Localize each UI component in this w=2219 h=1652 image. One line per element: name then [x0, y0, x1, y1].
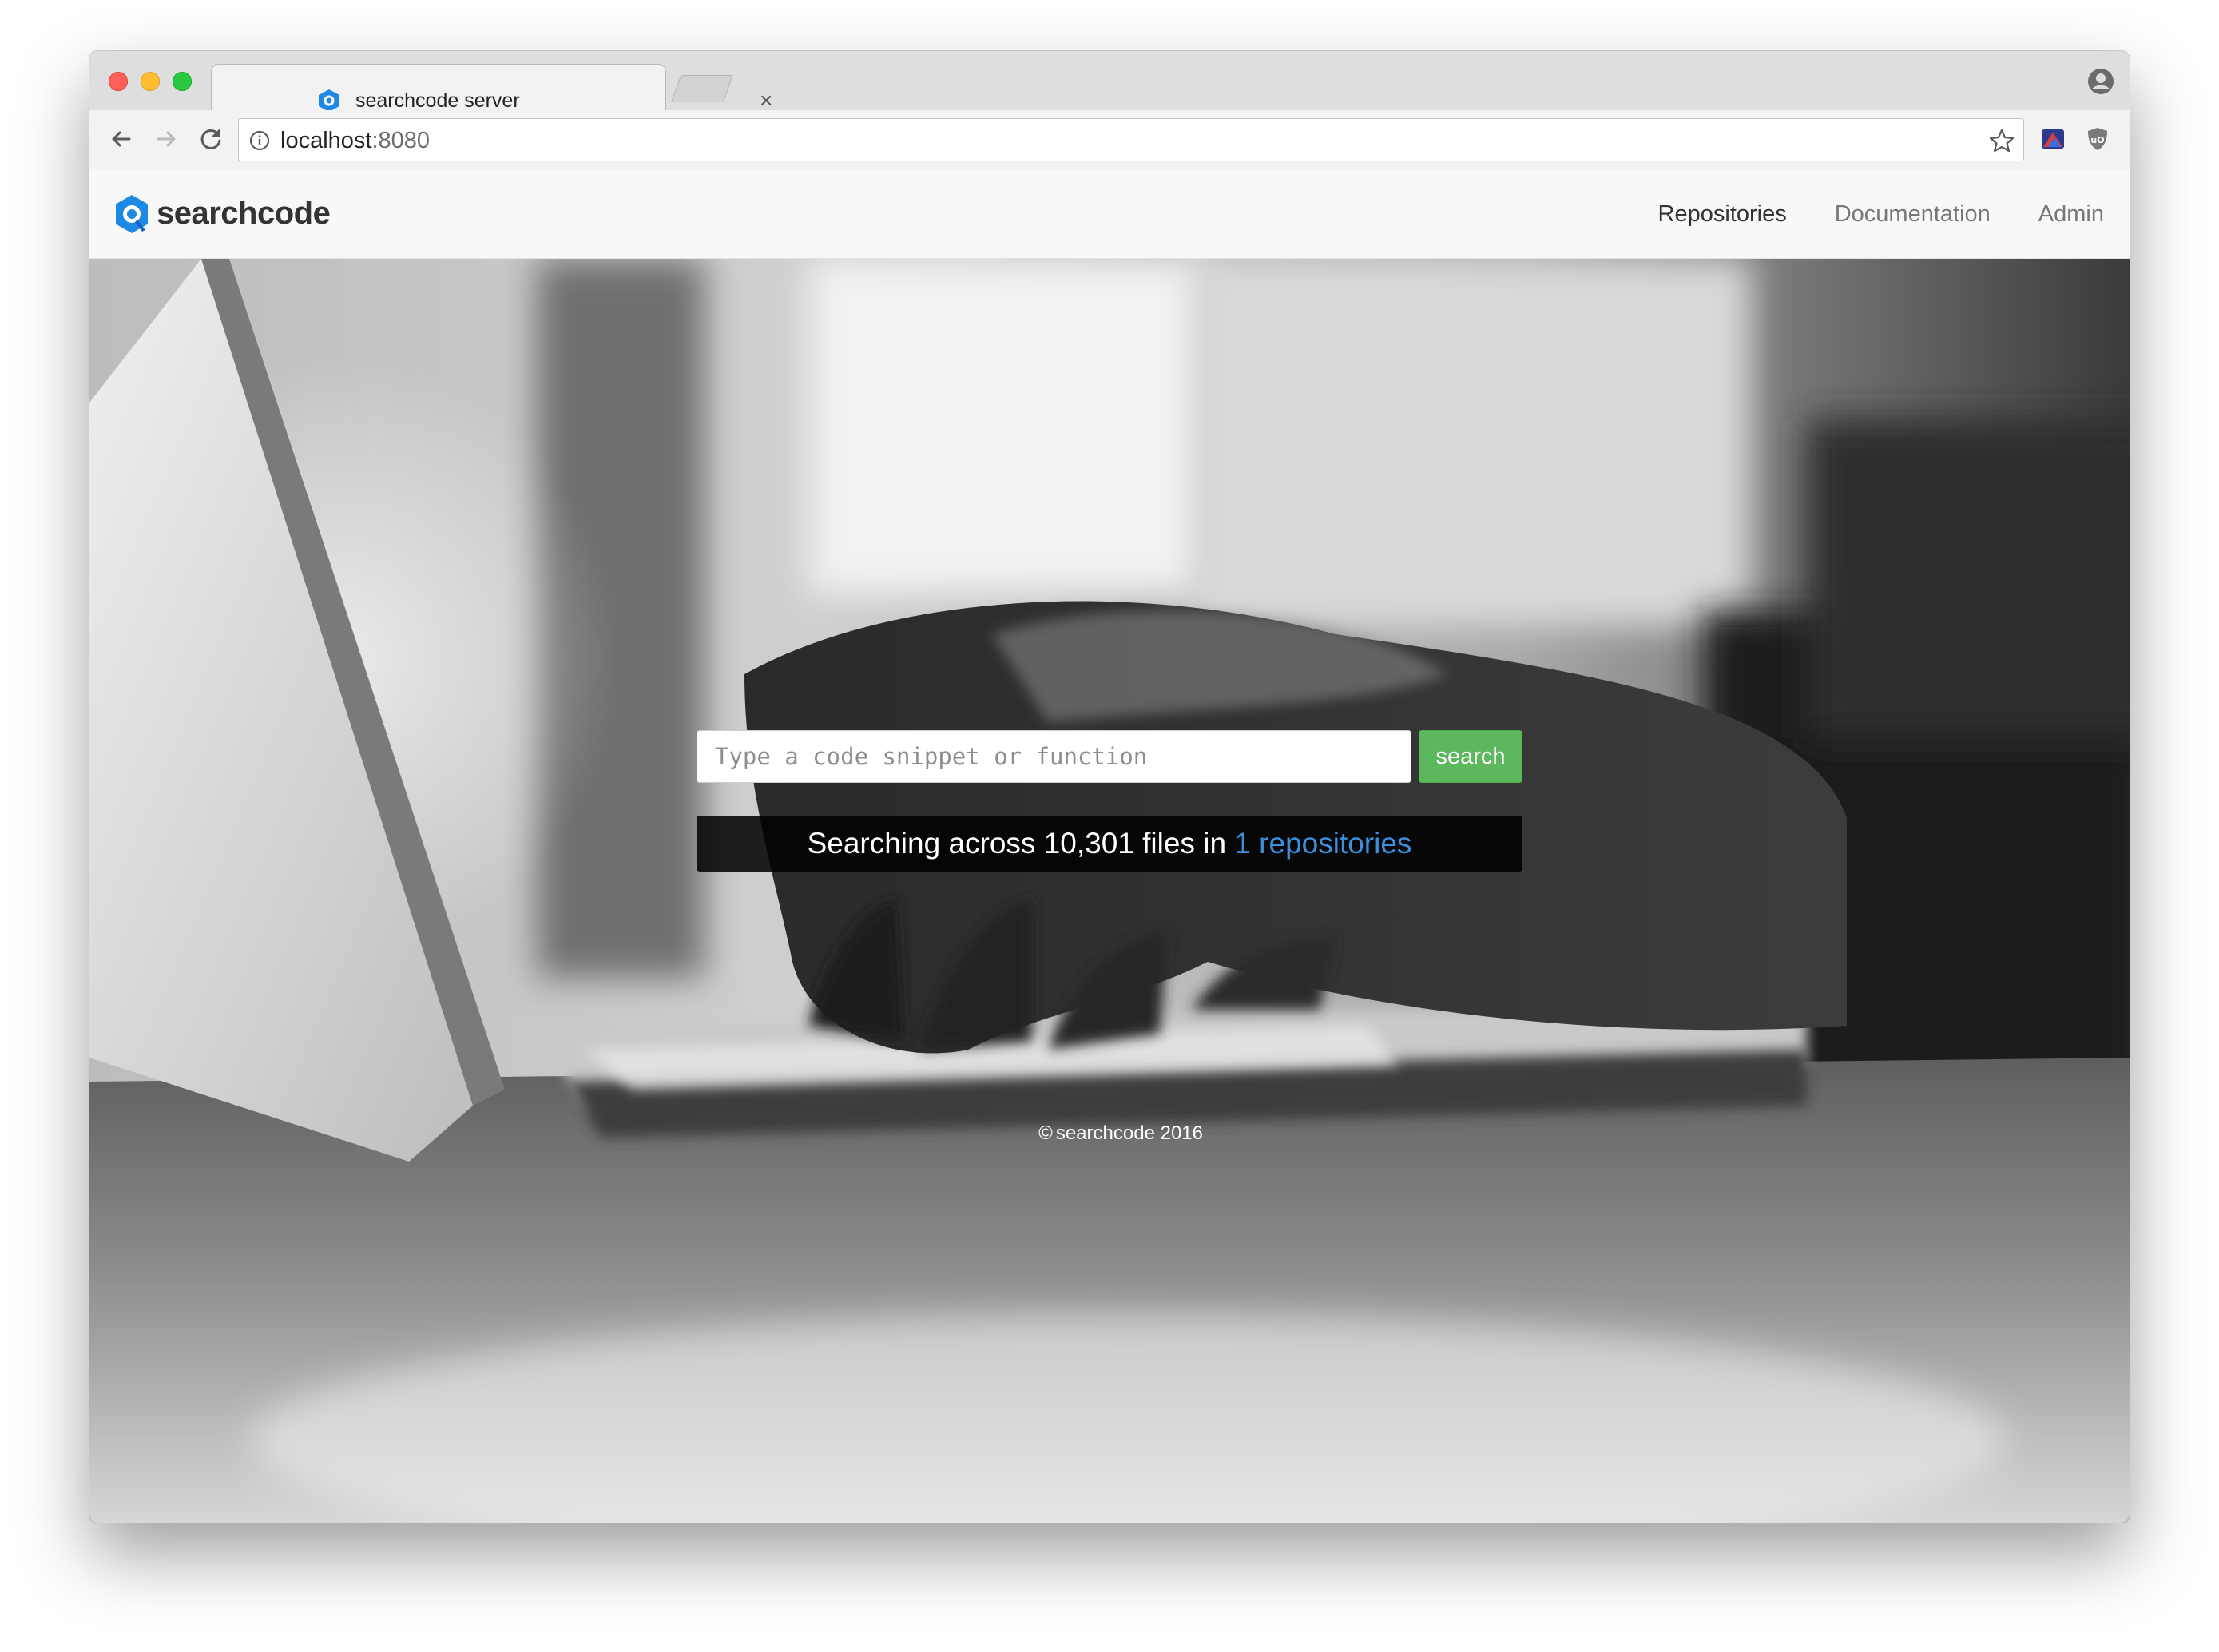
search-button[interactable]: search: [1419, 730, 1522, 783]
maximize-window-button[interactable]: [173, 72, 192, 91]
svg-text:uO: uO: [2090, 135, 2104, 145]
extension-icon[interactable]: [2038, 125, 2067, 153]
url-port: :8080: [371, 128, 431, 153]
forward-arrow-icon[interactable]: [149, 121, 184, 157]
browser-window: searchcode server × localhost:8080 uO se…: [89, 51, 2130, 1523]
browser-toolbar: localhost:8080 uO: [89, 110, 2130, 169]
repositories-link[interactable]: 1 repositories: [1234, 827, 1411, 860]
nav-links: Repositories Documentation Admin: [1658, 169, 2104, 259]
star-icon[interactable]: [1988, 127, 2015, 154]
ublock-shield-icon[interactable]: uO: [2083, 125, 2112, 153]
url-text[interactable]: localhost:8080: [280, 127, 430, 154]
info-icon[interactable]: [248, 129, 271, 152]
footer: © searchcode 2016: [89, 1122, 1203, 1146]
new-tab-button[interactable]: [670, 75, 734, 102]
search-form: search: [697, 730, 1522, 783]
minimize-window-button[interactable]: [141, 72, 160, 91]
nav-repositories[interactable]: Repositories: [1658, 198, 1787, 230]
stats-banner: Searching across 10,301 files in 1 repos…: [697, 816, 1522, 872]
url-host: localhost: [280, 128, 372, 153]
copyright-symbol: ©: [1038, 1122, 1053, 1144]
back-arrow-icon[interactable]: [104, 121, 139, 157]
address-bar[interactable]: localhost:8080: [238, 118, 2024, 161]
nav-documentation[interactable]: Documentation: [1835, 198, 1991, 230]
searchcode-favicon-icon: [319, 89, 339, 112]
logo-text: searchcode: [157, 196, 331, 231]
hero-section: search Searching across 10,301 files in …: [89, 259, 2130, 1523]
stats-text: Searching across 10,301 files in: [807, 827, 1235, 860]
reload-icon[interactable]: [193, 121, 228, 157]
profile-icon[interactable]: [2086, 67, 2115, 96]
close-window-button[interactable]: [109, 72, 128, 91]
tab-strip: searchcode server ×: [89, 51, 2130, 113]
cast-icon[interactable]: [2128, 125, 2130, 153]
hero-background-photo: [89, 259, 2130, 1523]
search-input[interactable]: [697, 730, 1411, 783]
nav-admin[interactable]: Admin: [2038, 198, 2104, 230]
site-navbar: searchcode Repositories Documentation Ad…: [89, 169, 2130, 259]
footer-text: searchcode 2016: [1055, 1122, 1203, 1144]
searchcode-logo-icon: [116, 195, 148, 233]
browser-tab-active[interactable]: searchcode server ×: [211, 64, 772, 113]
